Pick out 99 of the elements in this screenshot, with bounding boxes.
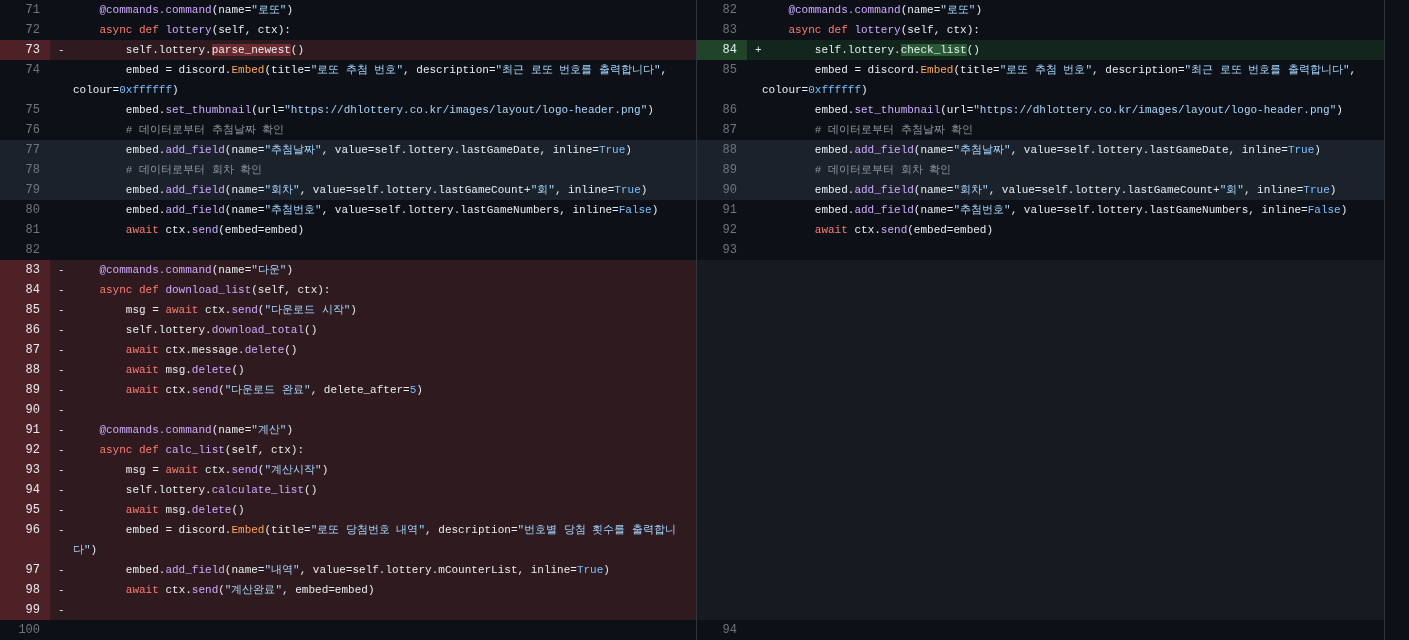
line-number: 95 [0,500,50,520]
line-number: 94 [721,622,738,639]
line-number: 91 [0,420,50,440]
code-line: async def download_list(self, ctx): [98,283,332,298]
line-number: 81 [24,222,41,239]
line-number: 80 [24,202,41,219]
line-number: 82 [721,2,738,19]
deletion-marker: - [58,604,65,616]
deletion-marker: - [58,484,65,496]
code-line: await msg.delete() [124,503,246,518]
code-line: # 데이터로부터 추첨날짜 확인 [813,123,975,138]
line-number: 93 [0,460,50,480]
deletion-marker: - [58,304,65,316]
code-line: await msg.delete() [124,363,246,378]
code-line: await ctx.send(embed=embed) [124,223,306,238]
deletion-marker: - [58,344,65,356]
deletion-marker: - [58,264,65,276]
code-line: embed.set_thumbnail(url="https://dhlottery.co.kr/images/layout/logo-header.png") [124,103,655,118]
line-number: 96 [0,520,50,560]
line-number: 87 [721,122,738,139]
code-line: embed.set_thumbnail(url="https://dhlottery.co.kr/images/layout/logo-header.png") [813,103,1344,118]
line-number: 82 [24,242,41,259]
deletion-marker: - [58,384,65,396]
deletion-marker: - [58,284,65,296]
code-line: embed.add_field(name="추첨날짜", value=self.lottery.lastGameDate, inline=True) [813,143,1322,158]
line-number: 90 [0,400,50,420]
line-number: 100 [17,622,41,639]
code-line: embed = discord.Embed(title="로또 추첨 번호", description="최근 로또 번호를 출력합니다", colour=0xffffff) [762,63,1358,98]
deletion-marker: - [58,424,65,436]
addition-marker: + [755,44,762,56]
line-number: 93 [721,242,738,259]
line-number: 91 [721,202,738,219]
line-number: 92 [721,222,738,239]
code-line: embed.add_field(name="내역", value=self.lottery.mCounterList, inline=True) [124,563,611,578]
deletion-marker: - [58,464,65,476]
code-line: async def calc_list(self, ctx): [98,443,306,458]
line-number: 98 [0,580,50,600]
line-number: 99 [0,600,50,620]
code-line: @commands.command(name="로또") [787,3,984,18]
code-line: embed.add_field(name="회차", value=self.lottery.lastGameCount+"회", inline=True) [813,183,1338,198]
code-line: self.lottery.check_list() [813,43,981,58]
line-number: 90 [721,182,738,199]
code-line: msg = await ctx.send("다운로드 시작") [124,303,358,318]
code-line: @commands.command(name="로또") [98,3,295,18]
line-number: 74 [24,62,41,79]
deletion-marker: - [58,584,65,596]
code-line: embed = discord.Embed(title="로또 당첨번호 내역", description="번호별 당첨 횟수를 출력합니다") [73,523,677,558]
line-number: 79 [24,182,41,199]
code-line: embed = discord.Embed(title="로또 추첨 번호", description="최근 로또 번호를 출력합니다", colour=0xffffff) [73,63,669,98]
line-number: 87 [0,340,50,360]
code-line: self.lottery.calculate_list() [124,483,319,498]
line-number: 71 [24,2,41,19]
line-number: 84 [0,280,50,300]
code-line: # 데이터로부터 회차 확인 [813,163,953,178]
line-number: 92 [0,440,50,460]
line-number: 83 [721,22,738,39]
deletion-marker: - [58,444,65,456]
line-number: 88 [0,360,50,380]
code-line: # 데이터로부터 회차 확인 [124,163,264,178]
code-line: msg = await ctx.send("계산시작") [124,463,330,478]
deletion-marker: - [58,504,65,516]
line-number: 77 [24,142,41,159]
code-line: await ctx.send("계산완료", embed=embed) [124,583,376,598]
line-number: 86 [0,320,50,340]
code-line: await ctx.message.delete() [124,343,299,358]
line-number: 94 [0,480,50,500]
line-number: 75 [24,102,41,119]
code-line: await ctx.send(embed=embed) [813,223,995,238]
deletion-marker: - [58,44,65,56]
line-number: 84 [697,40,747,60]
code-line: embed.add_field(name="회차", value=self.lottery.lastGameCount+"회", inline=True) [124,183,649,198]
line-number: 89 [721,162,738,179]
line-number: 72 [24,22,41,39]
line-number: 88 [721,142,738,159]
line-number: 73 [0,40,50,60]
code-line: self.lottery.download_total() [124,323,319,338]
code-line: async def lottery(self, ctx): [98,23,292,38]
line-number: 89 [0,380,50,400]
code-line: async def lottery(self, ctx): [787,23,981,38]
code-line: embed.add_field(name="추첨번호", value=self.lottery.lastGameNumbers, inline=False) [813,203,1349,218]
line-number: 85 [0,300,50,320]
line-number: 97 [0,560,50,580]
code-line: embed.add_field(name="추첨번호", value=self.lottery.lastGameNumbers, inline=False) [124,203,660,218]
code-line: await ctx.send("다운로드 완료", delete_after=5) [124,383,424,398]
deletion-marker: - [58,524,65,536]
code-line: # 데이터로부터 추첨날짜 확인 [124,123,286,138]
line-number: 78 [24,162,41,179]
deletion-marker: - [58,564,65,576]
deletion-marker: - [58,324,65,336]
line-number: 76 [24,122,41,139]
code-line: self.lottery.parse_newest() [124,43,306,58]
code-line: embed.add_field(name="추첨날짜", value=self.lottery.lastGameDate, inline=True) [124,143,633,158]
deletion-marker: - [58,404,65,416]
line-number: 86 [721,102,738,119]
code-line: @commands.command(name="계산") [98,423,295,438]
code-line: @commands.command(name="다운") [98,263,295,278]
deletion-marker: - [58,364,65,376]
line-number: 85 [721,62,738,79]
line-number: 83 [0,260,50,280]
